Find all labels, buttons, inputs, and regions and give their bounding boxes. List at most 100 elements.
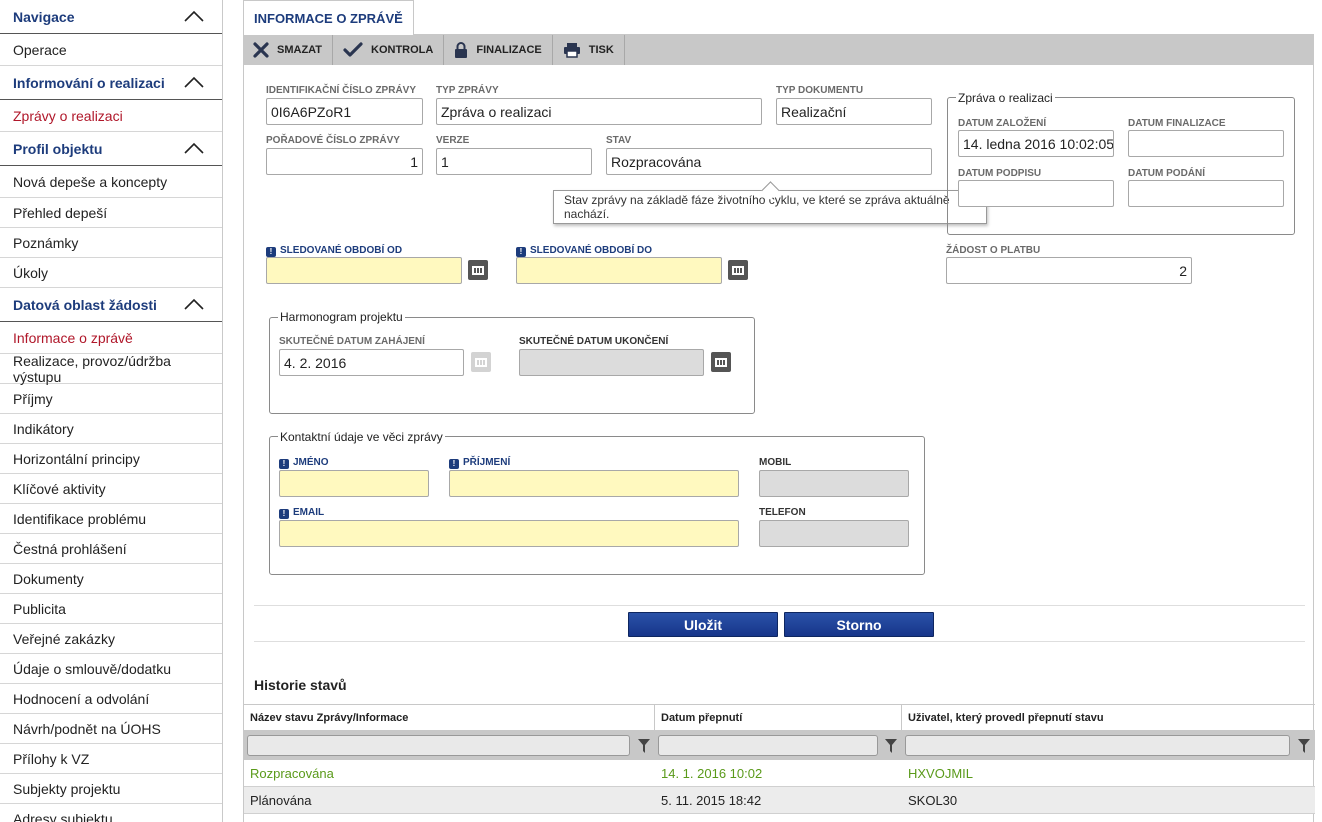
divider [254,605,1305,606]
doc-type-field[interactable]: Realizační [776,98,932,125]
save-button[interactable]: Uložit [628,612,778,637]
sidebar-item-navrh-uohs[interactable]: Návrh/podnět na ÚOHS [0,714,222,744]
sidebar-section-navigace[interactable]: Navigace [0,0,222,34]
chevron-up-icon[interactable] [184,9,204,23]
delete-button[interactable]: SMAZAT [243,35,334,65]
sidebar-item-cestna-prohlaseni[interactable]: Čestná prohlášení [0,534,222,564]
filter-input-user[interactable] [905,735,1290,756]
state-field[interactable]: Rozpracována [606,148,932,175]
sidebar-section-title: Navigace [13,8,75,25]
finalized-date-field[interactable] [1128,130,1284,157]
sidebar-item-verejne-zakazky[interactable]: Veřejné zakázky [0,624,222,654]
signed-date-label: DATUM PODPISU [958,168,1042,179]
sidebar-item-klicove-aktivity[interactable]: Klíčové aktivity [0,474,222,504]
sidebar-item-indikatory[interactable]: Indikátory [0,414,222,444]
print-button[interactable]: TISK [553,35,625,65]
required-icon: ! [449,459,459,469]
phone-field[interactable] [759,520,909,547]
required-icon: ! [266,247,276,257]
history-table: Název stavu Zprávy/Informace Datum přepn… [244,704,1315,814]
period-from-field[interactable] [266,257,462,284]
order-number-field[interactable]: 1 [266,148,423,175]
start-date-field[interactable]: 4. 2. 2016 [279,349,464,376]
sidebar-item-poznamky[interactable]: Poznámky [0,228,222,258]
calendar-icon[interactable] [711,352,731,372]
table-row[interactable]: Plánována 5. 11. 2015 18:42 SKOL30 [244,787,1315,814]
required-icon: ! [279,459,289,469]
lock-icon [455,42,468,58]
sidebar-item-prilohy-vz[interactable]: Přílohy k VZ [0,744,222,774]
version-field[interactable]: 1 [436,148,592,175]
sidebar-item-hodnoceni[interactable]: Hodnocení a odvolání [0,684,222,714]
sidebar-item-operace[interactable]: Operace [0,34,222,66]
printer-icon [563,43,580,58]
sidebar-item-informace-o-zprave[interactable]: Informace o zprávě [0,322,222,354]
check-button[interactable]: KONTROLA [333,35,445,65]
checkmark-icon [343,42,363,57]
start-date-label: SKUTEČNÉ DATUM ZAHÁJENÍ [279,336,425,347]
required-icon: ! [279,509,289,519]
report-info-group-title: Zpráva o realizaci [956,91,1055,105]
payment-request-label: ŽÁDOST O PLATBU [946,245,1041,256]
contact-group [269,436,925,575]
filter-icon[interactable] [885,739,897,753]
sidebar-item-adresy-subjektu[interactable]: Adresy subjektu [0,804,222,822]
sidebar-section-title: Informování o realizaci [13,74,165,91]
period-from-label: ! SLEDOVANÉ OBDOBÍ OD [266,245,402,257]
created-date-field[interactable]: 14. ledna 2016 10:02:05 [958,130,1114,157]
calendar-icon[interactable] [728,260,748,280]
sidebar-section-datova-oblast[interactable]: Datová oblast žádosti [0,288,222,322]
sidebar-item-nova-depese[interactable]: Nová depeše a koncepty [0,166,222,198]
chevron-up-icon[interactable] [184,141,204,155]
sidebar-item-horizontalni-principy[interactable]: Horizontální principy [0,444,222,474]
email-label: ! EMAIL [279,507,324,519]
filter-icon[interactable] [1298,739,1310,753]
order-number-label: POŘADOVÉ ČÍSLO ZPRÁVY [266,135,400,146]
column-header-user[interactable]: Uživatel, který provedl přepnutí stavu [902,705,1315,730]
report-type-field[interactable]: Zpráva o realizaci [436,98,762,125]
sidebar-item-dokumenty[interactable]: Dokumenty [0,564,222,594]
sidebar-item-realizace[interactable]: Realizace, provoz/údržba výstupu [0,353,222,385]
first-name-field[interactable] [279,470,429,497]
sidebar-item-identifikace-problemu[interactable]: Identifikace problému [0,504,222,534]
report-id-label: IDENTIFIKAČNÍ ČÍSLO ZPRÁVY [266,85,417,96]
end-date-field[interactable] [519,349,704,376]
filter-input-date[interactable] [658,735,878,756]
table-header: Název stavu Zprávy/Informace Datum přepn… [244,704,1315,731]
mobile-field[interactable] [759,470,909,497]
column-header-state[interactable]: Název stavu Zprávy/Informace [244,705,655,730]
column-header-date[interactable]: Datum přepnutí [655,705,902,730]
tab-bar: INFORMACE O ZPRÁVĚ [243,0,1314,35]
signed-date-field[interactable] [958,180,1114,207]
period-to-field[interactable] [516,257,722,284]
sidebar-item-udaje-o-smlouve[interactable]: Údaje o smlouvě/dodatku [0,654,222,684]
cancel-button[interactable]: Storno [784,612,934,637]
table-row[interactable]: Rozpracována 14. 1. 2016 10:02 HXVOJMIL [244,760,1315,787]
sidebar-section-informovani[interactable]: Informování o realizaci [0,66,222,100]
sidebar-item-ukoly[interactable]: Úkoly [0,258,222,288]
sidebar-section-title: Datová oblast žádosti [13,296,157,313]
filter-icon[interactable] [638,739,650,753]
calendar-icon[interactable] [468,260,488,280]
email-field[interactable] [279,520,739,547]
filter-cell [902,731,1315,760]
report-id-field[interactable]: 0I6A6PZoR1 [266,98,423,125]
submitted-date-field[interactable] [1128,180,1284,207]
sidebar-item-prehled-depesi[interactable]: Přehled depeší [0,198,222,228]
divider [254,641,1305,642]
sidebar: Navigace Operace Informování o realizaci… [0,0,223,822]
sidebar-item-publicita[interactable]: Publicita [0,594,222,624]
sidebar-item-subjekty-projektu[interactable]: Subjekty projektu [0,774,222,804]
payment-request-field[interactable]: 2 [946,257,1192,284]
tab-informace-o-zprave[interactable]: INFORMACE O ZPRÁVĚ [243,0,414,35]
last-name-field[interactable] [449,470,739,497]
chevron-up-icon[interactable] [184,297,204,311]
finalize-button[interactable]: FINALIZACE [444,35,553,65]
sidebar-section-profil[interactable]: Profil objektu [0,132,222,166]
sidebar-item-prijmy[interactable]: Příjmy [0,384,222,414]
filter-cell [655,731,902,760]
sidebar-item-zpravy-o-realizaci[interactable]: Zprávy o realizaci [0,100,222,132]
chevron-up-icon[interactable] [184,75,204,89]
filter-input-state[interactable] [247,735,630,756]
filter-cell [244,731,655,760]
